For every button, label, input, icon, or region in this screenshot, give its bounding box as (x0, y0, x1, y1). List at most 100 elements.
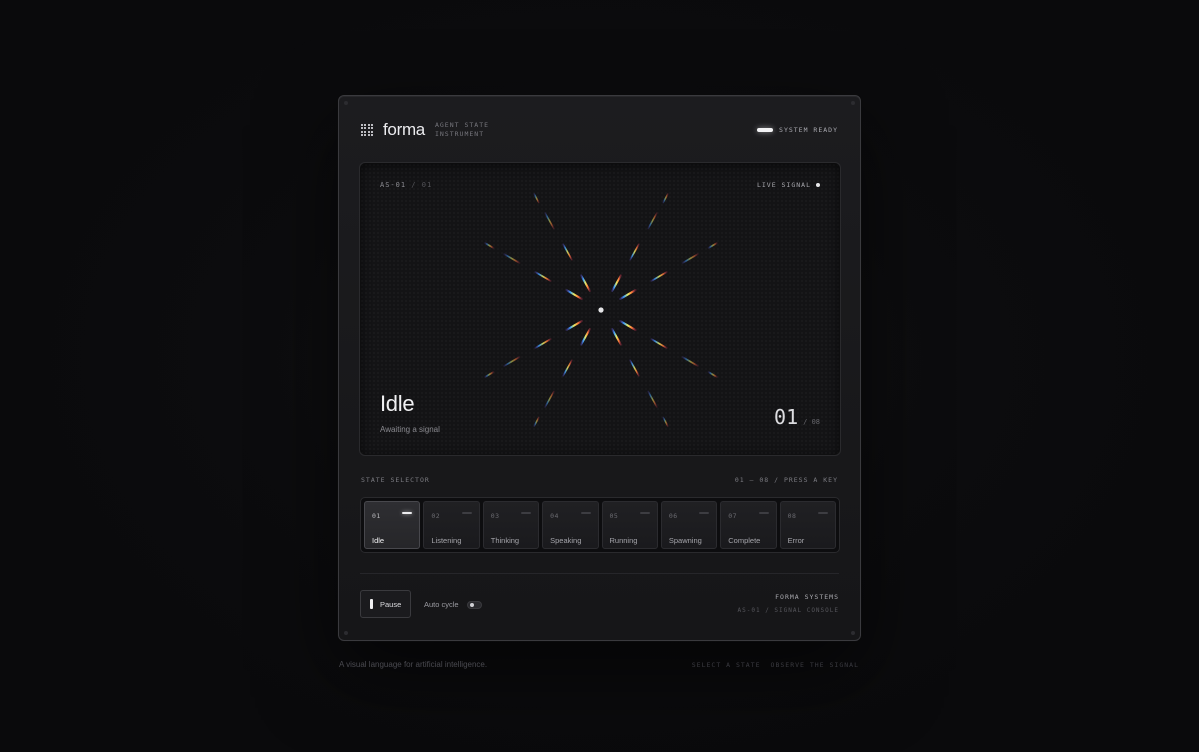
signal-visualization (466, 175, 736, 445)
hint-select-state: SELECT A STATE (691, 661, 761, 669)
state-key-indicator (699, 512, 710, 514)
state-counter: 01 / 08 (774, 405, 820, 429)
signal-ray (629, 243, 640, 261)
company-name: FORMA SYSTEMS (775, 593, 839, 601)
grid-logo-icon (361, 124, 373, 136)
state-key-indicator (461, 512, 472, 514)
page-tagline: A visual language for artificial intelli… (339, 660, 488, 669)
live-dot-icon (816, 183, 820, 187)
state-key-label: Thinking (490, 536, 520, 545)
screen-id-code: AS-01 (380, 181, 407, 189)
selector-hint: 01 – 08 / PRESS A KEY (734, 476, 838, 484)
signal-ray (533, 193, 540, 204)
signal-ray (565, 320, 583, 331)
state-key[interactable]: 02 Listening (423, 501, 480, 549)
corner-screw (851, 631, 855, 635)
state-selector: 01 Idle 02 Listening 03 Thinking 04 Speaking 05 R… (360, 497, 840, 553)
signal-ray (619, 289, 637, 300)
state-key-number: 04 (550, 512, 559, 520)
system-status: SYSTEM READY (757, 126, 838, 134)
signal-display: AS-01 / 01 LIVE SIGNAL Idle Awaiting a s… (359, 162, 841, 456)
signal-ray (565, 289, 583, 300)
signal-ray (503, 253, 521, 264)
pause-icon (370, 599, 373, 609)
signal-ray (562, 359, 573, 377)
model-name: AS-01 / SIGNAL CONSOLE (737, 607, 839, 614)
state-description: Awaiting a signal (380, 425, 440, 434)
selector-header: STATE SELECTOR 01 – 08 / PRESS A KEY (361, 476, 838, 484)
selector-label: STATE SELECTOR (361, 476, 430, 484)
signal-ray (662, 416, 669, 427)
signal-ray (580, 328, 591, 346)
signal-core (598, 307, 604, 313)
state-key-indicator (580, 512, 591, 514)
hint-observe-signal: OBSERVE THE SIGNAL (770, 661, 859, 669)
state-key[interactable]: 06 Spawning (660, 501, 718, 549)
state-key-number: 02 (431, 512, 441, 520)
counter-total: / 08 (803, 418, 820, 426)
header: forma AGENT STATE INSTRUMENT SYSTEM READ… (361, 120, 838, 140)
state-key-number: 05 (609, 512, 619, 520)
device-footer: FORMA SYSTEMS AS-01 / SIGNAL CONSOLE (738, 593, 839, 614)
state-key[interactable]: 05 Running (601, 501, 658, 549)
signal-ray (629, 359, 640, 377)
state-key[interactable]: 04 Speaking (542, 501, 599, 549)
signal-ray (647, 212, 658, 230)
live-signal-indicator: LIVE SIGNAL (757, 181, 820, 189)
signal-ray (533, 416, 540, 427)
page-hints: SELECT A STATE OBSERVE THE SIGNAL (692, 661, 859, 669)
state-key-label: Error (787, 536, 805, 545)
state-key[interactable]: 03 Thinking (482, 501, 540, 549)
signal-ray (611, 328, 622, 346)
signal-ray (544, 212, 555, 230)
state-key-number: 03 (490, 512, 500, 520)
state-key-indicator (758, 512, 769, 514)
state-key-label: Spawning (668, 536, 702, 545)
signal-ray (503, 356, 521, 367)
state-key-number: 08 (787, 512, 797, 520)
state-key[interactable]: 01 Idle (364, 501, 421, 549)
auto-cycle-toggle[interactable] (466, 600, 482, 609)
signal-ray (534, 271, 552, 282)
brand-subtitle: AGENT STATE INSTRUMENT (435, 121, 489, 139)
screen-id-separator: / (411, 181, 417, 189)
state-key-number: 01 (372, 512, 381, 520)
auto-cycle-label: Auto cycle (424, 600, 459, 609)
state-key-number: 06 (668, 512, 678, 520)
auto-cycle-control: Auto cycle (424, 600, 482, 609)
state-key-indicator (402, 512, 413, 514)
signal-ray (662, 193, 669, 204)
state-key[interactable]: 07 Complete (720, 501, 777, 549)
signal-ray (707, 371, 718, 378)
signal-ray (611, 274, 622, 292)
state-key-label: Speaking (550, 536, 582, 545)
signal-ray (681, 253, 699, 264)
screen-id-index: 01 (421, 181, 433, 189)
signal-ray (544, 390, 555, 408)
signal-ray (484, 242, 495, 249)
signal-ray (650, 338, 668, 349)
screen-id: AS-01 / 01 (380, 181, 432, 189)
pause-button[interactable]: Pause (360, 590, 411, 618)
status-led-icon (757, 128, 774, 132)
state-key[interactable]: 08 Error (779, 501, 836, 549)
signal-ray (707, 242, 718, 249)
state-title: Idle (380, 391, 415, 416)
brand-subtitle-line2: INSTRUMENT (434, 130, 485, 138)
corner-screw (344, 101, 348, 105)
state-key-label: Complete (728, 536, 761, 545)
counter-current: 01 (774, 405, 799, 429)
signal-ray (647, 390, 658, 408)
state-key-indicator (818, 512, 828, 514)
status-text: SYSTEM READY (779, 126, 838, 134)
corner-screw (344, 631, 348, 635)
divider (360, 573, 839, 574)
signal-ray (650, 271, 668, 282)
corner-screw (851, 101, 855, 105)
state-key-number: 07 (728, 512, 738, 520)
state-key-label: Idle (372, 536, 385, 545)
state-key-label: Listening (431, 536, 462, 545)
toggle-knob (469, 603, 474, 607)
instrument-panel: forma AGENT STATE INSTRUMENT SYSTEM READ… (338, 95, 861, 641)
signal-ray (681, 356, 699, 367)
